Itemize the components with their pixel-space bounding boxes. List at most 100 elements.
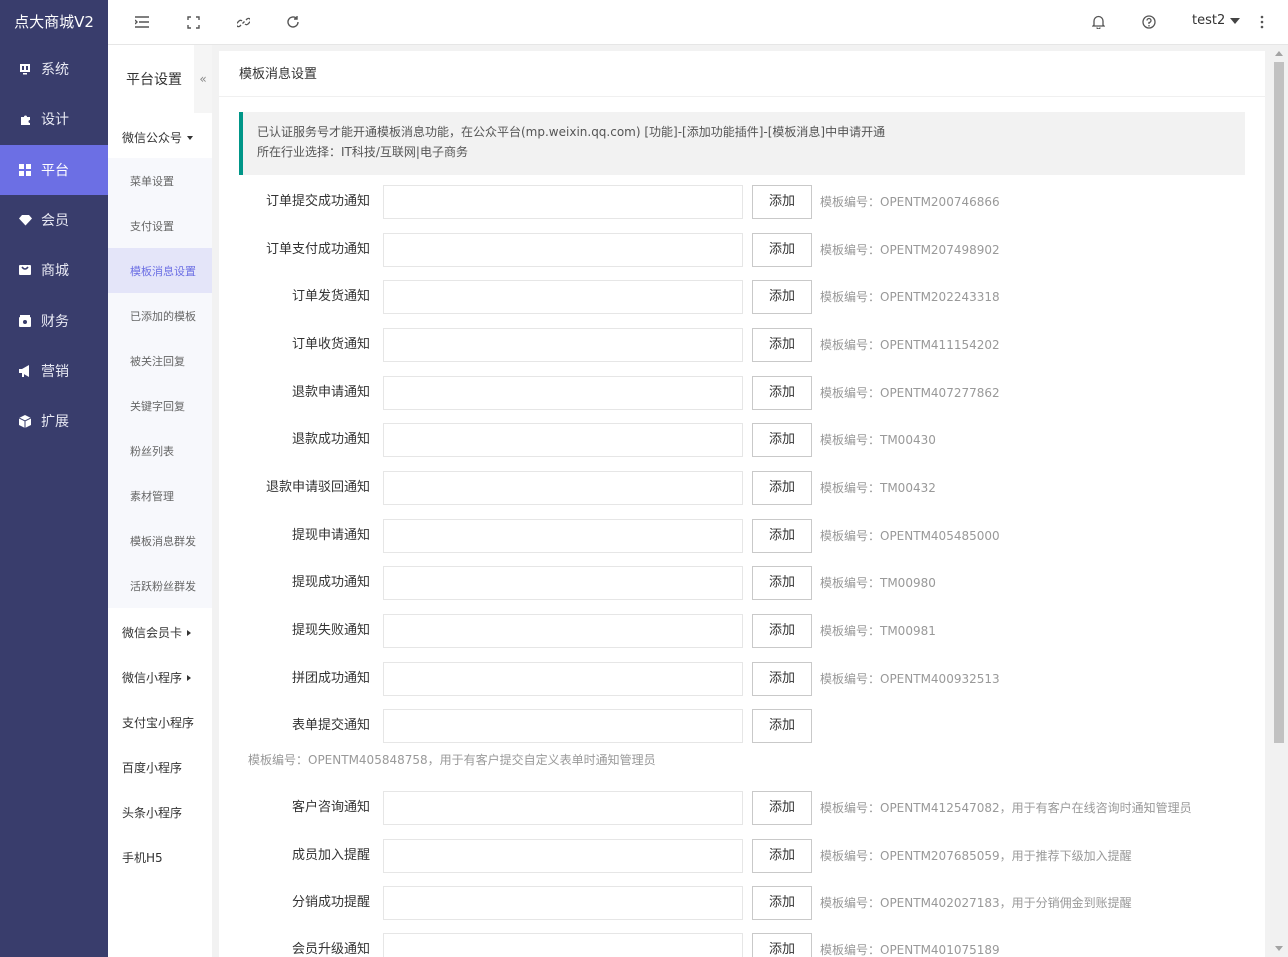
- nav-item-shop[interactable]: 商城: [0, 245, 108, 295]
- scroll-down-icon[interactable]: [1275, 946, 1283, 951]
- subnav-group-wechat-card[interactable]: 微信会员卡: [108, 610, 212, 655]
- template-id-input[interactable]: [383, 423, 743, 457]
- grid-icon: [18, 163, 32, 177]
- add-button[interactable]: 添加: [752, 233, 812, 267]
- add-button[interactable]: 添加: [752, 886, 812, 920]
- nav-label: 系统: [41, 62, 69, 79]
- sub-sidebar: 平台设置 « 微信公众号 菜单设置 支付设置 模板消息设置 已添加的模板 被关注…: [108, 45, 212, 957]
- add-button[interactable]: 添加: [752, 328, 812, 362]
- template-tip: 模板编号：OPENTM202243318: [820, 290, 1000, 304]
- nav-item-finance[interactable]: 财务: [0, 295, 108, 345]
- add-button[interactable]: 添加: [752, 791, 812, 825]
- template-tip: 模板编号：OPENTM207498902: [820, 243, 1000, 257]
- main-sidebar: 点大商城V2 系统 设计 平台 会员 商城 财务 营销 扩展: [0, 0, 108, 957]
- template-id-input[interactable]: [383, 328, 743, 362]
- subnav-item-keyword-reply[interactable]: 关键字回复: [108, 383, 212, 428]
- nav-label: 财务: [41, 313, 69, 330]
- subnav-item-fans-list[interactable]: 粉丝列表: [108, 428, 212, 473]
- field-label: 提现失败通知: [291, 623, 370, 638]
- subnav-item-added-templates[interactable]: 已添加的模板: [108, 293, 212, 338]
- template-tip: 模板编号：TM00981: [820, 624, 936, 638]
- form-template-tip: 模板编号：OPENTM405848758，用于有客户提交自定义表单时通知管理员: [248, 753, 656, 767]
- subnav-item-payment-settings[interactable]: 支付设置: [108, 203, 212, 248]
- template-id-input[interactable]: [383, 933, 743, 957]
- nav-item-extend[interactable]: 扩展: [0, 396, 108, 446]
- nav-label: 设计: [41, 112, 69, 129]
- subnav-group-label: 百度小程序: [122, 761, 183, 775]
- bell-icon[interactable]: [1090, 14, 1106, 30]
- add-button[interactable]: 添加: [752, 662, 812, 696]
- subnav-item-template-message-settings[interactable]: 模板消息设置: [108, 248, 212, 293]
- collapse-button[interactable]: «: [194, 45, 212, 113]
- scroll-up-icon[interactable]: [1275, 51, 1283, 56]
- template-id-input[interactable]: [383, 185, 743, 219]
- subnav-group-toutiao-miniprogram[interactable]: 头条小程序: [108, 790, 212, 835]
- add-button[interactable]: 添加: [752, 471, 812, 505]
- subnav-group-alipay-miniprogram[interactable]: 支付宝小程序: [108, 700, 212, 745]
- add-button[interactable]: 添加: [752, 519, 812, 553]
- template-id-input[interactable]: [383, 839, 743, 873]
- subnav-item-follow-reply[interactable]: 被关注回复: [108, 338, 212, 383]
- template-tip: 模板编号：OPENTM412547082，用于有客户在线咨询时通知管理员: [820, 801, 1192, 815]
- template-id-input[interactable]: [383, 376, 743, 410]
- add-button[interactable]: 添加: [752, 280, 812, 314]
- refresh-icon[interactable]: [285, 14, 301, 30]
- template-id-input[interactable]: [383, 233, 743, 267]
- link-icon[interactable]: [235, 14, 251, 30]
- more-vertical-icon[interactable]: [1254, 14, 1270, 30]
- fullscreen-icon[interactable]: [185, 14, 201, 30]
- subnav-group-wechat-official[interactable]: 微信公众号: [108, 115, 212, 160]
- cube-icon: [18, 414, 32, 428]
- form-row: 会员升级通知 添加 模板编号：OPENTM401075189: [219, 933, 1265, 957]
- template-id-input[interactable]: [383, 791, 743, 825]
- template-tip: 模板编号：OPENTM401075189: [820, 943, 1000, 957]
- add-button[interactable]: 添加: [752, 423, 812, 457]
- add-button[interactable]: 添加: [752, 376, 812, 410]
- add-button[interactable]: 添加: [752, 933, 812, 957]
- template-id-input[interactable]: [383, 709, 743, 743]
- add-button[interactable]: 添加: [752, 185, 812, 219]
- field-label: 订单收货通知: [291, 337, 370, 352]
- vertical-scrollbar[interactable]: [1270, 45, 1288, 957]
- nav-item-design[interactable]: 设计: [0, 94, 108, 144]
- subnav-group-label: 支付宝小程序: [122, 716, 195, 730]
- template-id-input[interactable]: [383, 662, 743, 696]
- add-button[interactable]: 添加: [752, 839, 812, 873]
- add-button[interactable]: 添加: [752, 614, 812, 648]
- template-id-input[interactable]: [383, 614, 743, 648]
- field-label: 拼团成功通知: [291, 671, 370, 686]
- notice-line: 所在行业选择：IT科技/互联网|电子商务: [257, 145, 468, 159]
- form-row: 提现成功通知 添加 模板编号：TM00980: [219, 566, 1265, 600]
- template-id-input[interactable]: [383, 519, 743, 553]
- field-label: 提现成功通知: [291, 575, 370, 590]
- template-tip: 模板编号：OPENTM407277862: [820, 386, 1000, 400]
- megaphone-icon: [18, 364, 32, 378]
- scrollbar-thumb[interactable]: [1274, 62, 1284, 743]
- help-icon[interactable]: [1141, 14, 1157, 30]
- subnav-item-material-management[interactable]: 素材管理: [108, 473, 212, 518]
- template-tip: 模板编号：TM00430: [820, 433, 936, 447]
- template-id-input[interactable]: [383, 886, 743, 920]
- subnav-group-wechat-miniprogram[interactable]: 微信小程序: [108, 655, 212, 700]
- subnav-group-h5[interactable]: 手机H5: [108, 835, 212, 880]
- subnav-group-label: 手机H5: [122, 851, 163, 865]
- subnav-item-active-fans-broadcast[interactable]: 活跃粉丝群发: [108, 563, 212, 608]
- field-label: 提现申请通知: [291, 528, 370, 543]
- form-row: 订单提交成功通知 添加 模板编号：OPENTM200746866: [219, 185, 1265, 219]
- template-id-input[interactable]: [383, 471, 743, 505]
- nav-item-marketing[interactable]: 营销: [0, 346, 108, 396]
- user-menu[interactable]: test2: [1192, 13, 1241, 28]
- nav-item-system[interactable]: 系统: [0, 44, 108, 94]
- menu-toggle-icon[interactable]: [134, 14, 150, 30]
- add-button[interactable]: 添加: [752, 709, 812, 743]
- form-row: 订单发货通知 添加 模板编号：OPENTM202243318: [219, 280, 1265, 314]
- nav-label: 扩展: [41, 414, 69, 431]
- subnav-group-baidu-miniprogram[interactable]: 百度小程序: [108, 745, 212, 790]
- template-id-input[interactable]: [383, 566, 743, 600]
- add-button[interactable]: 添加: [752, 566, 812, 600]
- nav-item-member[interactable]: 会员: [0, 195, 108, 245]
- nav-item-platform[interactable]: 平台: [0, 144, 108, 195]
- template-id-input[interactable]: [383, 280, 743, 314]
- subnav-item-template-broadcast[interactable]: 模板消息群发: [108, 518, 212, 563]
- subnav-item-menu-settings[interactable]: 菜单设置: [108, 158, 212, 203]
